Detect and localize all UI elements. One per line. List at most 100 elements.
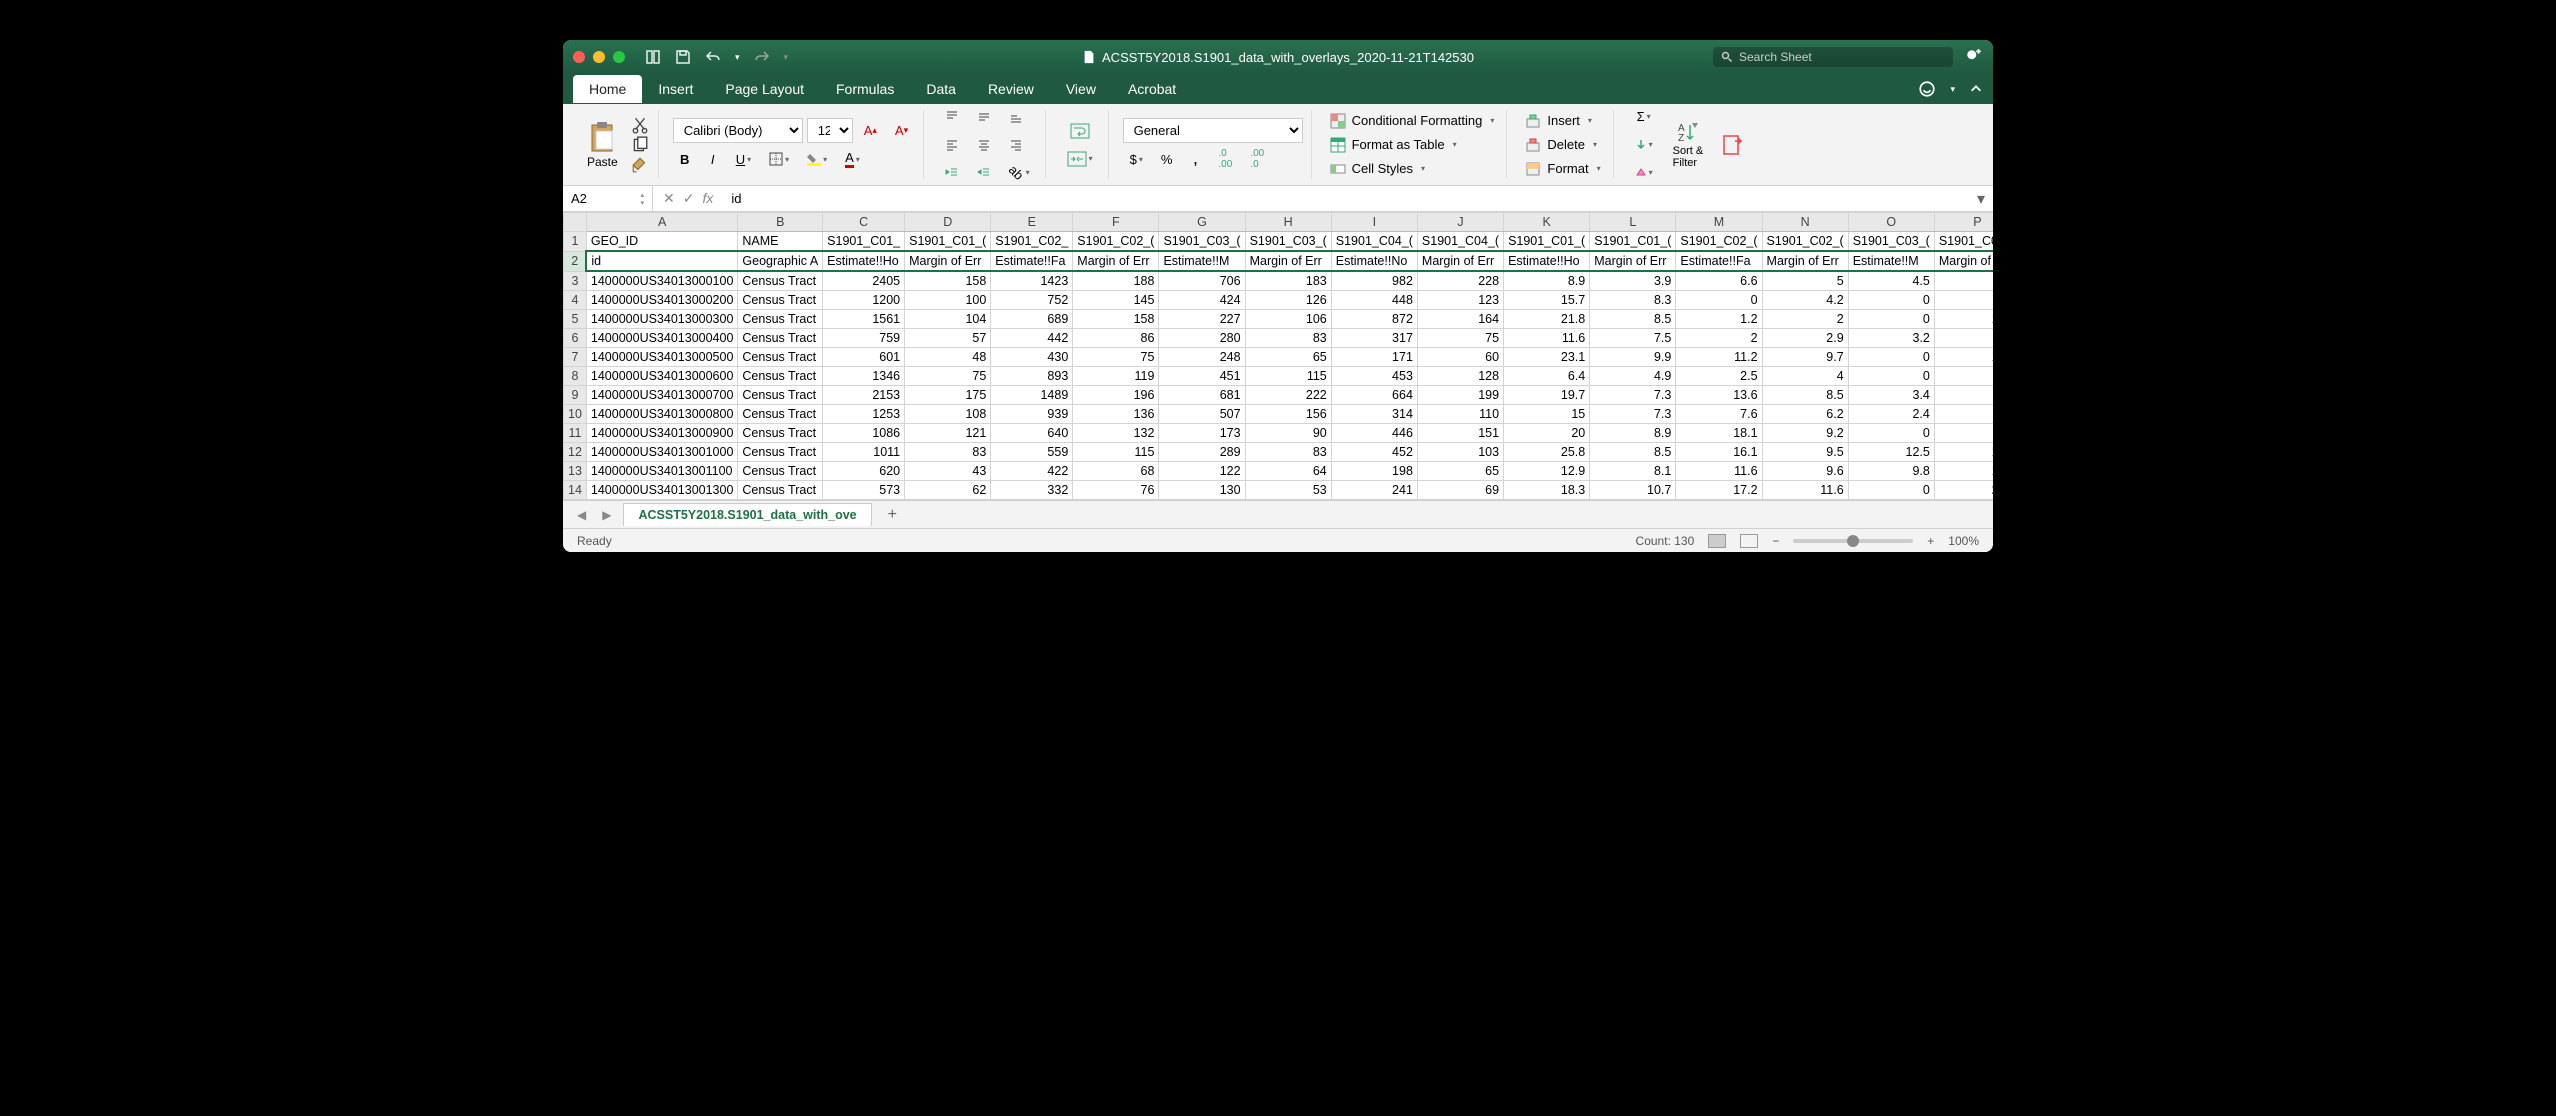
- cell[interactable]: 188: [1073, 271, 1159, 291]
- copy-icon[interactable]: [630, 136, 650, 154]
- cell[interactable]: 664: [1331, 386, 1417, 405]
- row-header-12[interactable]: 12: [564, 443, 587, 462]
- cell[interactable]: Margin of Err: [905, 251, 991, 271]
- cell[interactable]: 6.4: [1504, 367, 1590, 386]
- column-header-B[interactable]: B: [738, 213, 823, 232]
- cell[interactable]: Margin of Err: [1417, 251, 1503, 271]
- cell[interactable]: 17: [1934, 424, 1993, 443]
- cell[interactable]: 228: [1417, 271, 1503, 291]
- cell[interactable]: S1901_C02_(: [1676, 232, 1762, 252]
- cell[interactable]: Estimate!!M: [1848, 251, 1934, 271]
- cancel-formula-icon[interactable]: ✕: [663, 190, 675, 207]
- cell[interactable]: 0: [1848, 424, 1934, 443]
- cell[interactable]: 18.3: [1504, 481, 1590, 500]
- cell[interactable]: 48: [905, 348, 991, 367]
- cell[interactable]: 7.3: [1590, 405, 1676, 424]
- row-header-11[interactable]: 11: [564, 424, 587, 443]
- font-size-select[interactable]: 12: [807, 118, 853, 143]
- cell[interactable]: 83: [1245, 329, 1331, 348]
- cell[interactable]: 5.4: [1934, 386, 1993, 405]
- cell[interactable]: 121: [905, 424, 991, 443]
- expand-formula-bar[interactable]: ▾: [1969, 189, 1993, 209]
- cell[interactable]: 451: [1159, 367, 1245, 386]
- cell[interactable]: 448: [1331, 291, 1417, 310]
- cell[interactable]: Margin of Err: [1073, 251, 1159, 271]
- cell[interactable]: 106: [1245, 310, 1331, 329]
- cell[interactable]: 601: [823, 348, 905, 367]
- cell[interactable]: 0: [1848, 310, 1934, 329]
- column-header-N[interactable]: N: [1762, 213, 1848, 232]
- conditional-formatting-button[interactable]: Conditional Formatting▾: [1326, 111, 1499, 131]
- cell[interactable]: 23.1: [1504, 348, 1590, 367]
- tab-formulas[interactable]: Formulas: [820, 75, 910, 103]
- cell[interactable]: 12.5: [1848, 443, 1934, 462]
- cell[interactable]: S1901_C01_(: [1504, 232, 1590, 252]
- sort-filter-button[interactable]: AZ Sort & Filter: [1668, 116, 1709, 174]
- cell[interactable]: 21.8: [1504, 310, 1590, 329]
- cell[interactable]: 8.9: [1590, 424, 1676, 443]
- cell[interactable]: Census Tract: [738, 481, 823, 500]
- cell[interactable]: GEO_ID: [586, 232, 738, 252]
- save-icon[interactable]: [675, 49, 691, 65]
- cell[interactable]: 15: [1504, 405, 1590, 424]
- fill-button[interactable]: ▾: [1628, 133, 1660, 157]
- row-header-3[interactable]: 3: [564, 271, 587, 291]
- cell[interactable]: 422: [991, 462, 1073, 481]
- cell[interactable]: Margin of Err: [1762, 251, 1848, 271]
- cell[interactable]: 872: [1331, 310, 1417, 329]
- row-header-9[interactable]: 9: [564, 386, 587, 405]
- fx-icon[interactable]: fx: [702, 190, 713, 207]
- cell[interactable]: Census Tract: [738, 367, 823, 386]
- cell[interactable]: 11.6: [1676, 462, 1762, 481]
- tab-data[interactable]: Data: [910, 75, 972, 103]
- cell[interactable]: 4: [1762, 367, 1848, 386]
- cell[interactable]: 3.2: [1848, 329, 1934, 348]
- cell[interactable]: 0: [1848, 291, 1934, 310]
- cell[interactable]: 62: [905, 481, 991, 500]
- cell[interactable]: 2405: [823, 271, 905, 291]
- font-color-button[interactable]: A▾: [838, 147, 867, 171]
- cell[interactable]: 1400000US34013001300: [586, 481, 738, 500]
- cell[interactable]: 60: [1417, 348, 1503, 367]
- cell[interactable]: 11.6: [1504, 329, 1590, 348]
- cell[interactable]: 452: [1331, 443, 1417, 462]
- format-painter-icon[interactable]: [630, 156, 650, 174]
- align-center-button[interactable]: [970, 133, 998, 157]
- cell[interactable]: 12.2: [1934, 462, 1993, 481]
- cell[interactable]: 893: [991, 367, 1073, 386]
- bold-button[interactable]: B: [673, 147, 697, 171]
- cell[interactable]: 1086: [823, 424, 905, 443]
- cell[interactable]: 1400000US34013000100: [586, 271, 738, 291]
- cell[interactable]: 5: [1762, 271, 1848, 291]
- cell[interactable]: 115: [1245, 367, 1331, 386]
- share-icon[interactable]: [1965, 48, 1983, 66]
- increase-indent-button[interactable]: [970, 161, 998, 185]
- cell[interactable]: 69: [1417, 481, 1503, 500]
- cell[interactable]: 424: [1159, 291, 1245, 310]
- cell[interactable]: 6.6: [1676, 271, 1762, 291]
- cell[interactable]: 0: [1848, 367, 1934, 386]
- cell[interactable]: 119: [1073, 367, 1159, 386]
- decrease-font-button[interactable]: A▾: [888, 119, 915, 143]
- cell[interactable]: 8.1: [1590, 462, 1676, 481]
- cell[interactable]: 196: [1073, 386, 1159, 405]
- cell[interactable]: 759: [823, 329, 905, 348]
- cell[interactable]: S1901_C03_(: [1159, 232, 1245, 252]
- orientation-button[interactable]: ab▾: [1002, 161, 1036, 185]
- formula-input[interactable]: [723, 191, 1969, 206]
- cell[interactable]: 248: [1159, 348, 1245, 367]
- cell[interactable]: 4.4: [1934, 329, 1993, 348]
- smiley-dropdown[interactable]: ▾: [1950, 84, 1955, 95]
- cell[interactable]: 136: [1073, 405, 1159, 424]
- clear-button[interactable]: ▾: [1628, 161, 1660, 185]
- cell[interactable]: 128: [1417, 367, 1503, 386]
- cell[interactable]: 9.8: [1848, 462, 1934, 481]
- cell[interactable]: S1901_C03_(: [1848, 232, 1934, 252]
- cell[interactable]: 289: [1159, 443, 1245, 462]
- cell[interactable]: 939: [991, 405, 1073, 424]
- decrease-indent-button[interactable]: [938, 161, 966, 185]
- cell[interactable]: 222: [1245, 386, 1331, 405]
- cell[interactable]: 1400000US34013000300: [586, 310, 738, 329]
- tab-review[interactable]: Review: [972, 75, 1050, 103]
- cell[interactable]: 227: [1159, 310, 1245, 329]
